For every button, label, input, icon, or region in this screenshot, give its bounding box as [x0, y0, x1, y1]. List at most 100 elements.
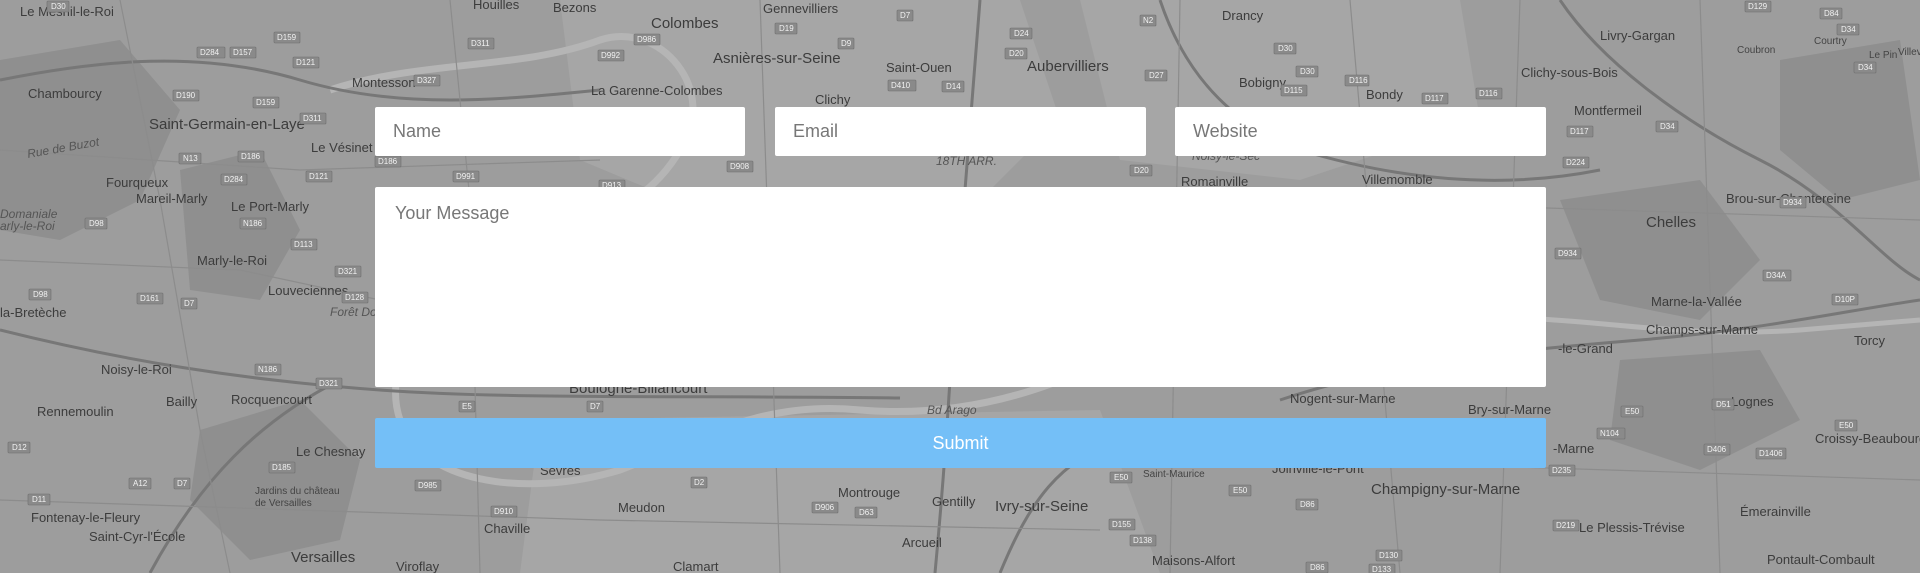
svg-text:D34: D34: [1858, 63, 1873, 72]
svg-text:Livry-Gargan: Livry-Gargan: [1600, 28, 1675, 43]
svg-text:Aubervilliers: Aubervilliers: [1027, 58, 1109, 75]
svg-text:Montfermeil: Montfermeil: [1574, 103, 1642, 118]
svg-text:D7: D7: [900, 11, 911, 20]
svg-text:D985: D985: [418, 481, 438, 490]
svg-text:N186: N186: [258, 365, 278, 374]
svg-text:Noisy-le-Roi: Noisy-le-Roi: [101, 362, 172, 377]
svg-text:D7: D7: [590, 402, 601, 411]
svg-text:D34: D34: [1660, 122, 1675, 131]
svg-text:Mareil-Marly: Mareil-Marly: [136, 191, 208, 206]
svg-text:Saint-Cyr-l'École: Saint-Cyr-l'École: [89, 529, 185, 544]
svg-text:D113: D113: [294, 240, 313, 249]
svg-text:D155: D155: [1112, 520, 1132, 529]
svg-text:Clichy-sous-Bois: Clichy-sous-Bois: [1521, 65, 1618, 80]
svg-text:Houilles: Houilles: [473, 0, 520, 12]
svg-text:Clamart: Clamart: [673, 559, 719, 573]
svg-text:Fourqueux: Fourqueux: [106, 175, 169, 190]
svg-text:Lognes: Lognes: [1731, 394, 1774, 409]
svg-text:la-Bretèche: la-Bretèche: [0, 305, 66, 320]
svg-text:D138: D138: [1133, 536, 1153, 545]
svg-text:D129: D129: [1748, 2, 1768, 11]
name-input[interactable]: [375, 107, 745, 156]
svg-text:Bd Arago: Bd Arago: [927, 403, 977, 417]
svg-text:D284: D284: [224, 175, 244, 184]
svg-text:D7: D7: [177, 479, 188, 488]
svg-text:D117: D117: [1425, 94, 1444, 103]
svg-text:D30: D30: [1278, 44, 1293, 53]
svg-text:D321: D321: [319, 379, 339, 388]
svg-text:N104: N104: [1600, 429, 1620, 438]
svg-text:Marne-la-Vallée: Marne-la-Vallée: [1651, 294, 1742, 309]
svg-text:D991: D991: [456, 172, 476, 181]
svg-text:D128: D128: [345, 293, 365, 302]
svg-text:D910: D910: [494, 507, 514, 516]
svg-text:Maisons-Alfort: Maisons-Alfort: [1152, 553, 1235, 568]
svg-text:N186: N186: [243, 219, 263, 228]
svg-text:D190: D190: [176, 91, 196, 100]
svg-text:Ivry-sur-Seine: Ivry-sur-Seine: [995, 498, 1088, 515]
svg-text:Pontault-Combault: Pontault-Combault: [1767, 552, 1875, 567]
svg-text:Montrouge: Montrouge: [838, 485, 900, 500]
svg-text:Asnières-sur-Seine: Asnières-sur-Seine: [713, 50, 841, 67]
svg-text:Montesson: Montesson: [352, 75, 416, 90]
svg-text:Chelles: Chelles: [1646, 214, 1696, 231]
svg-text:Saint-Maurice: Saint-Maurice: [1143, 469, 1205, 480]
svg-text:D20: D20: [1134, 166, 1149, 175]
svg-text:Croissy-Beaubourg: Croissy-Beaubourg: [1815, 431, 1920, 446]
submit-button[interactable]: Submit: [375, 418, 1546, 468]
svg-text:D321: D321: [338, 267, 358, 276]
svg-text:D186: D186: [241, 152, 261, 161]
svg-text:Drancy: Drancy: [1222, 8, 1264, 23]
svg-text:E50: E50: [1625, 407, 1640, 416]
svg-text:D159: D159: [277, 33, 297, 42]
svg-text:Bobigny: Bobigny: [1239, 75, 1286, 90]
svg-text:-Marne: -Marne: [1553, 441, 1594, 456]
svg-text:D121: D121: [296, 58, 316, 67]
svg-text:Viroflay: Viroflay: [396, 559, 440, 573]
svg-text:Bondy: Bondy: [1366, 87, 1403, 102]
svg-text:Bry-sur-Marne: Bry-sur-Marne: [1468, 402, 1551, 417]
svg-text:D186: D186: [378, 157, 398, 166]
svg-text:D906: D906: [815, 503, 835, 512]
svg-text:D159: D159: [256, 98, 276, 107]
svg-text:D311: D311: [303, 114, 322, 123]
website-input[interactable]: [1175, 107, 1546, 156]
svg-text:D30: D30: [1300, 67, 1315, 76]
svg-text:D86: D86: [1300, 500, 1315, 509]
svg-text:Colombes: Colombes: [651, 15, 719, 32]
svg-text:D224: D224: [1566, 158, 1586, 167]
svg-text:D410: D410: [891, 81, 911, 90]
svg-text:Rennemoulin: Rennemoulin: [37, 404, 114, 419]
svg-text:D133: D133: [1372, 565, 1392, 573]
svg-text:Versailles: Versailles: [291, 549, 355, 566]
svg-text:D219: D219: [1556, 521, 1576, 530]
svg-text:D84: D84: [1824, 9, 1839, 18]
svg-text:Le Plessis-Trévise: Le Plessis-Trévise: [1579, 520, 1685, 535]
svg-text:D406: D406: [1707, 445, 1727, 454]
email-input[interactable]: [775, 107, 1146, 156]
svg-text:D98: D98: [33, 290, 48, 299]
svg-text:D98: D98: [89, 219, 104, 228]
svg-text:Gennevilliers: Gennevilliers: [763, 1, 839, 16]
svg-text:Rocquencourt: Rocquencourt: [231, 392, 312, 407]
svg-text:de Versailles: de Versailles: [255, 498, 312, 509]
svg-text:D115: D115: [1284, 86, 1303, 95]
svg-text:D116: D116: [1349, 76, 1368, 85]
svg-text:Le Chesnay: Le Chesnay: [296, 444, 366, 459]
svg-text:D157: D157: [233, 48, 253, 57]
svg-text:Coubron: Coubron: [1737, 45, 1775, 56]
svg-text:D986: D986: [637, 35, 657, 44]
svg-text:D117: D117: [1570, 127, 1589, 136]
svg-text:Jardins du château: Jardins du château: [255, 486, 340, 497]
svg-text:D20: D20: [1009, 49, 1024, 58]
svg-text:D161: D161: [140, 294, 160, 303]
message-textarea[interactable]: [375, 187, 1546, 387]
svg-text:D185: D185: [272, 463, 292, 472]
svg-text:D235: D235: [1552, 466, 1572, 475]
svg-text:D2: D2: [694, 478, 705, 487]
svg-text:D934: D934: [1558, 249, 1578, 258]
svg-text:Meudon: Meudon: [618, 500, 665, 515]
svg-text:Saint-Germain-en-Laye: Saint-Germain-en-Laye: [149, 116, 305, 133]
svg-text:D908: D908: [730, 162, 750, 171]
svg-text:18TH ARR.: 18TH ARR.: [936, 154, 997, 168]
